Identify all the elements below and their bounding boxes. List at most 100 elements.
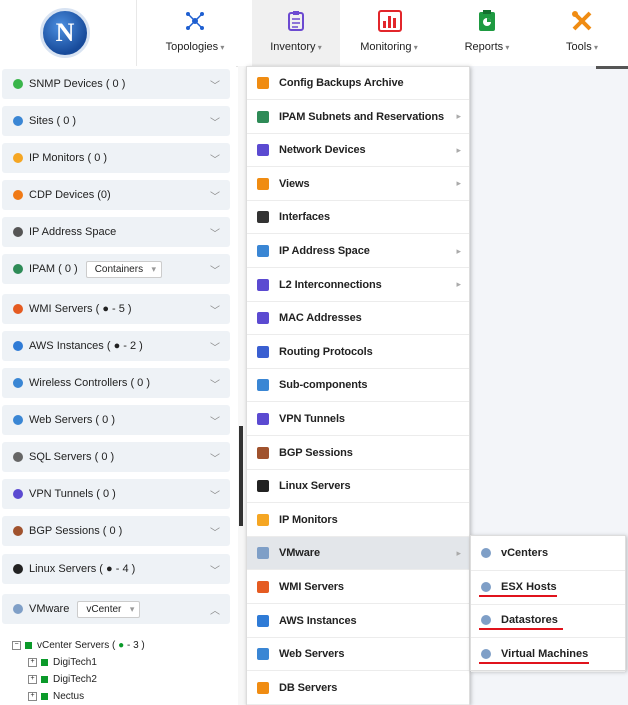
tree-child[interactable]: + DigiTech2 — [28, 674, 97, 685]
sidebar-item[interactable]: AWS Instances ( ● - 2 ) ﹀ — [2, 331, 230, 361]
nav-monitoring[interactable]: Monitoring — [340, 0, 438, 66]
menu-item[interactable]: MAC Addresses — [247, 302, 469, 336]
app-logo[interactable]: N — [40, 8, 90, 58]
sidebar-item[interactable]: SQL Servers ( 0 ) ﹀ — [2, 442, 230, 472]
sidebar-item[interactable]: VPN Tunnels ( 0 ) ﹀ — [2, 479, 230, 509]
interface-icon — [257, 211, 269, 224]
status-green-icon — [41, 675, 48, 683]
menu-item[interactable]: BGP Sessions — [247, 437, 469, 470]
submenu-item[interactable]: Virtual Machines — [471, 637, 625, 672]
tree-child-label: DigiTech2 — [53, 674, 97, 685]
tree-root[interactable]: − vCenter Servers ( ● - 3 ) — [12, 640, 145, 651]
chevron-up-icon[interactable]: ︿ — [210, 602, 220, 617]
chevron-right-icon: ▸ — [456, 178, 461, 189]
chevron-down-icon[interactable]: ﹀ — [210, 376, 220, 391]
tree-child-label: Nectus — [53, 691, 85, 702]
nav-label: Inventory — [252, 41, 340, 53]
chevron-down-icon[interactable]: ﹀ — [210, 562, 220, 577]
expand-icon[interactable]: + — [28, 674, 37, 684]
chevron-down-icon[interactable]: ﹀ — [210, 225, 220, 240]
chevron-down-icon[interactable]: ﹀ — [210, 262, 220, 277]
submenu-item[interactable]: Datastores — [471, 603, 625, 638]
chevron-down-icon[interactable]: ﹀ — [210, 151, 220, 166]
linux-icon — [13, 564, 23, 574]
submenu-item-label: ESX Hosts — [501, 580, 557, 593]
scroll-indicator — [596, 66, 628, 69]
resize-handle[interactable] — [239, 426, 243, 526]
chevron-down-icon[interactable]: ﹀ — [210, 487, 220, 502]
sidebar-item[interactable]: Wireless Controllers ( 0 ) ﹀ — [2, 368, 230, 398]
cloud-icon — [257, 614, 269, 627]
sidebar-item-label: AWS Instances ( ● - 2 ) — [29, 340, 143, 352]
menu-item[interactable]: Web Servers — [247, 638, 469, 672]
menu-item[interactable]: Routing Protocols — [247, 336, 469, 369]
bulb-icon — [13, 153, 23, 163]
expand-icon[interactable]: + — [28, 691, 37, 701]
chevron-down-icon[interactable]: ﹀ — [210, 77, 220, 92]
menu-item[interactable]: VPN Tunnels — [247, 403, 469, 436]
vmware-select[interactable]: vCenter — [77, 600, 141, 618]
sidebar-item[interactable]: VMware vCenter ︿ — [2, 594, 230, 624]
sidebar-item[interactable]: SNMP Devices ( 0 ) ﹀ — [2, 69, 230, 99]
bgp-icon — [257, 446, 269, 459]
menu-item[interactable]: IP Monitors — [247, 504, 469, 537]
ipam-select[interactable]: Containers — [85, 260, 163, 278]
sidebar-item-label: Linux Servers ( ● - 4 ) — [29, 563, 136, 575]
menu-item-label: Interfaces — [279, 211, 330, 224]
sidebar-item[interactable]: WMI Servers ( ● - 5 ) ﹀ — [2, 294, 230, 324]
panel-divider[interactable] — [238, 66, 246, 705]
collapse-icon[interactable]: − — [12, 640, 21, 650]
menu-item-label: VPN Tunnels — [279, 413, 345, 425]
nav-topologies[interactable]: Topologies — [138, 0, 252, 66]
menu-item[interactable]: IP Address Space ▸ — [247, 235, 469, 268]
sidebar-item[interactable]: Web Servers ( 0 ) ﹀ — [2, 405, 230, 435]
chevron-down-icon[interactable]: ﹀ — [210, 302, 220, 317]
menu-item-label: IP Address Space — [279, 245, 370, 257]
chevron-down-icon[interactable]: ﹀ — [210, 339, 220, 354]
menu-item-label: VMware — [279, 547, 320, 560]
sidebar-item[interactable]: IP Monitors ( 0 ) ﹀ — [2, 143, 230, 173]
tree-child[interactable]: + Nectus — [28, 691, 84, 702]
chevron-down-icon[interactable]: ﹀ — [210, 114, 220, 129]
vmware-icon — [481, 548, 491, 558]
sidebar-item[interactable]: BGP Sessions ( 0 ) ﹀ — [2, 516, 230, 546]
topology-icon — [184, 10, 206, 32]
status-green-icon — [25, 641, 32, 649]
tree-child[interactable]: + DigiTech1 — [28, 657, 97, 668]
nav-reports[interactable]: Reports — [438, 0, 536, 66]
globe-icon — [13, 116, 23, 126]
submenu-item[interactable]: vCenters — [471, 536, 625, 571]
sidebar-item[interactable]: Sites ( 0 ) ﹀ — [2, 106, 230, 136]
menu-item[interactable]: VMware ▸ — [247, 537, 469, 571]
sidebar-item[interactable]: IP Address Space ﹀ — [2, 217, 230, 247]
menu-item-label: L2 Interconnections — [279, 278, 382, 291]
chevron-down-icon[interactable]: ﹀ — [210, 524, 220, 539]
submenu-item[interactable]: ESX Hosts — [471, 570, 625, 605]
menu-item[interactable]: Config Backups Archive — [247, 67, 469, 100]
menu-item[interactable]: Network Devices ▸ — [247, 134, 469, 168]
logo-area: N — [0, 0, 137, 66]
sidebar-item[interactable]: IPAM ( 0 ) Containers ﹀ — [2, 254, 230, 284]
menu-item[interactable]: IPAM Subnets and Reservations ▸ — [247, 101, 469, 134]
nav-tools[interactable]: Tools — [536, 0, 628, 66]
menu-item[interactable]: DB Servers — [247, 672, 469, 705]
chevron-down-icon[interactable]: ﹀ — [210, 413, 220, 428]
menu-item[interactable]: AWS Instances — [247, 605, 469, 638]
menu-item[interactable]: Sub-components — [247, 369, 469, 403]
status-green-icon — [41, 658, 48, 666]
chevron-down-icon[interactable]: ﹀ — [210, 450, 220, 465]
expand-icon[interactable]: + — [28, 657, 37, 667]
menu-item[interactable]: Linux Servers — [247, 470, 469, 504]
vmware-icon — [481, 581, 491, 592]
nav-label: Reports — [438, 41, 536, 53]
menu-item-label: Network Devices — [279, 144, 366, 157]
menu-item[interactable]: L2 Interconnections ▸ — [247, 269, 469, 302]
menu-item[interactable]: WMI Servers — [247, 571, 469, 604]
nav-inventory[interactable]: Inventory — [252, 0, 340, 66]
sidebar-item-label: IPAM ( 0 ) — [29, 263, 78, 275]
sidebar-item[interactable]: Linux Servers ( ● - 4 ) ﹀ — [2, 554, 230, 584]
menu-item[interactable]: Views ▸ — [247, 168, 469, 201]
chevron-down-icon[interactable]: ﹀ — [210, 188, 220, 203]
sidebar-item[interactable]: CDP Devices (0) ﹀ — [2, 180, 230, 210]
menu-item[interactable]: Interfaces — [247, 201, 469, 235]
